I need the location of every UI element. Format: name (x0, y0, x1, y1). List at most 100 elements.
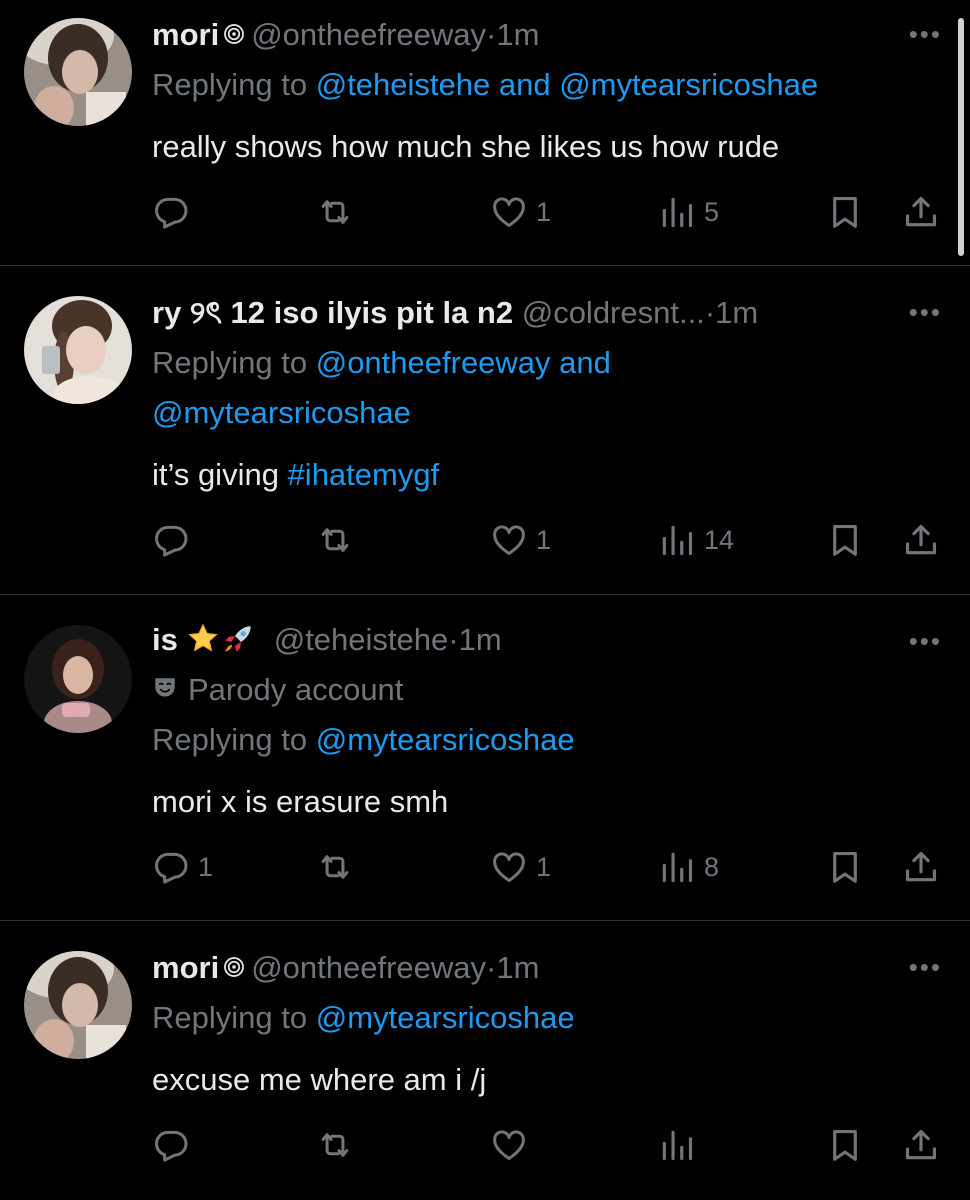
views-button[interactable] (658, 1123, 704, 1167)
retweet-icon (316, 1126, 354, 1164)
reply-icon (152, 848, 190, 886)
share-button[interactable] (902, 845, 940, 889)
verified-icon (223, 23, 245, 45)
mention-link[interactable]: @ontheefreeway (316, 345, 551, 380)
action-bar (152, 1123, 944, 1167)
like-button[interactable]: 1 (490, 518, 551, 562)
display-name[interactable]: ry ୨ৎ 12 iso ilyis pit la n2 (152, 295, 513, 330)
tweet-4[interactable]: mori @ontheefreeway·1m Replying to @mytea… (0, 921, 970, 1200)
mention-link[interactable]: @mytearsricoshae (559, 67, 818, 102)
reply-count: 1 (198, 851, 214, 882)
replying-prefix: Replying to (152, 1000, 316, 1035)
avatar[interactable] (24, 625, 132, 733)
tweet-2[interactable]: ry ୨ৎ 12 iso ilyis pit la n2 @coldresnt.… (0, 266, 970, 594)
rocket-emoji-icon (225, 626, 252, 652)
bookmark-button[interactable] (826, 1123, 864, 1167)
header-line: ry ୨ৎ 12 iso ilyis pit la n2 @coldresnt.… (152, 288, 940, 338)
star-emoji-icon (188, 623, 219, 652)
retweet-icon (316, 521, 354, 559)
tweet-1[interactable]: mori @ontheefreeway·1m Replying to @tehei… (0, 0, 970, 265)
bookmark-icon (826, 848, 864, 886)
and-text: and (550, 345, 611, 380)
handle[interactable]: @coldresnt... (522, 295, 705, 330)
share-button[interactable] (902, 1123, 940, 1167)
display-name[interactable]: mori (152, 950, 219, 985)
replying-line: Replying to @mytearsricoshae (152, 993, 940, 1043)
separator: · (704, 295, 716, 330)
tweet-body: mori @ontheefreeway·1m Replying to @tehei… (152, 10, 940, 172)
bookmark-button[interactable] (826, 845, 864, 889)
timestamp[interactable]: 1m (715, 295, 758, 330)
mention-link[interactable]: @mytearsricoshae (316, 1000, 575, 1035)
retweet-button[interactable] (316, 190, 362, 234)
retweet-button[interactable] (316, 518, 362, 562)
replying-line: Replying to @ontheefreeway and (152, 338, 940, 388)
like-button[interactable]: 1 (490, 845, 551, 889)
mention-link[interactable]: @mytearsricoshae (316, 722, 575, 757)
replying-line-2: @mytearsricoshae (152, 388, 940, 438)
replying-prefix: Replying to (152, 67, 316, 102)
bookmark-button[interactable] (826, 518, 864, 562)
hashtag-link[interactable]: #ihatemygf (288, 457, 440, 492)
heart-icon (490, 193, 528, 231)
tweet-body: is @teheistehe·1m Parody account Replyin… (152, 615, 940, 827)
handle[interactable]: @ontheefreeway (251, 17, 486, 52)
like-button[interactable] (490, 1123, 536, 1167)
display-name[interactable]: is (152, 622, 178, 657)
more-options-icon[interactable]: ••• (909, 954, 942, 981)
action-bar: 1 14 (152, 518, 944, 562)
views-icon (658, 521, 696, 559)
tweet-body: ry ୨ৎ 12 iso ilyis pit la n2 @coldresnt.… (152, 288, 940, 500)
reply-icon (152, 193, 190, 231)
tweet-text-content: it’s giving (152, 457, 288, 492)
share-button[interactable] (902, 190, 940, 234)
timestamp[interactable]: 1m (496, 17, 539, 52)
mention-link[interactable]: @teheistehe (316, 67, 491, 102)
and-text: and (490, 67, 560, 102)
separator: · (486, 17, 497, 52)
reply-icon (152, 521, 190, 559)
heart-icon (490, 848, 528, 886)
views-button[interactable]: 5 (658, 190, 719, 234)
handle[interactable]: @ontheefreeway (251, 950, 486, 985)
avatar[interactable] (24, 18, 132, 126)
retweet-button[interactable] (316, 1123, 362, 1167)
avatar[interactable] (24, 296, 132, 404)
timestamp[interactable]: 1m (459, 622, 502, 657)
views-icon (658, 848, 696, 886)
reply-button[interactable] (152, 190, 198, 234)
display-name[interactable]: mori (152, 17, 219, 52)
separator: · (486, 950, 497, 985)
timestamp[interactable]: 1m (496, 950, 539, 985)
reply-button[interactable] (152, 518, 198, 562)
retweet-icon (316, 848, 354, 886)
like-count: 1 (536, 196, 552, 227)
more-options-icon[interactable]: ••• (909, 21, 942, 48)
header-line: is @teheistehe·1m (152, 615, 940, 665)
retweet-button[interactable] (316, 845, 362, 889)
avatar[interactable] (24, 951, 132, 1059)
mention-link[interactable]: @mytearsricoshae (152, 395, 411, 430)
views-button[interactable]: 14 (658, 518, 734, 562)
more-options-icon[interactable]: ••• (909, 628, 942, 655)
bookmark-button[interactable] (826, 190, 864, 234)
tweet-3[interactable]: is @teheistehe·1m Parody account Replyin… (0, 595, 970, 920)
bookmark-icon (826, 1126, 864, 1164)
bookmark-icon (826, 193, 864, 231)
share-icon (902, 1126, 940, 1164)
handle[interactable]: @teheistehe (274, 622, 449, 657)
tweet-body: mori @ontheefreeway·1m Replying to @mytea… (152, 943, 940, 1105)
theater-mask-icon (155, 678, 175, 697)
more-options-icon[interactable]: ••• (909, 299, 942, 326)
reply-button[interactable] (152, 1123, 198, 1167)
share-button[interactable] (902, 518, 940, 562)
header-line: mori @ontheefreeway·1m (152, 943, 940, 993)
reply-button[interactable]: 1 (152, 845, 213, 889)
like-count: 1 (536, 851, 552, 882)
like-count: 1 (536, 524, 552, 555)
like-button[interactable]: 1 (490, 190, 551, 234)
share-icon (902, 193, 940, 231)
action-bar: 1 5 (152, 190, 944, 234)
views-button[interactable]: 8 (658, 845, 719, 889)
tweet-text: really shows how much she likes us how r… (152, 129, 780, 164)
